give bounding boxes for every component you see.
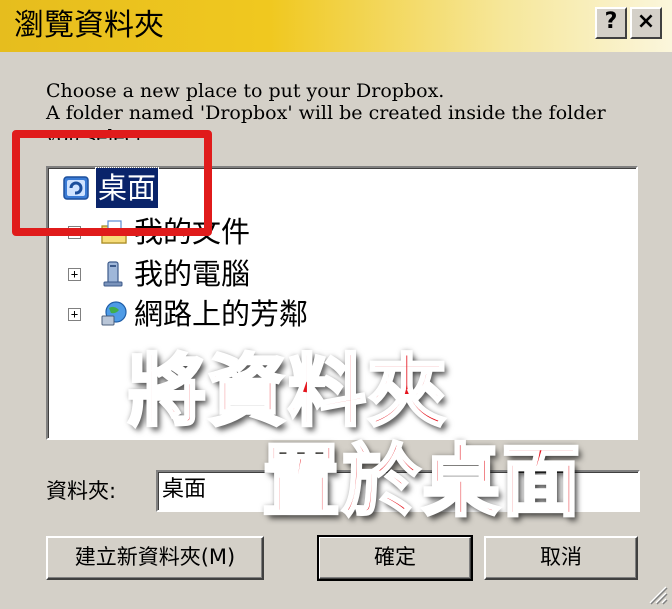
expand-toggle[interactable]: + [68,308,81,321]
new-folder-button[interactable]: 建立新資料夾(M) [46,536,264,580]
instructions-line-1: Choose a new place to put your Dropbox. [46,80,445,102]
browse-folder-dialog: 瀏覽資料夾 ? × Choose a new place to put your… [0,0,672,609]
instructions-text: Choose a new place to put your Dropbox. … [46,80,606,124]
resize-grip-icon[interactable] [646,583,668,605]
instructions-line-2: A folder named 'Dropbox' will be created… [46,102,606,124]
help-button[interactable]: ? [595,7,627,39]
close-button[interactable]: × [630,7,662,39]
highlight-box [12,130,212,236]
tree-item-label: 網路上的芳鄰 [134,297,309,331]
expand-toggle[interactable]: + [68,268,81,281]
ok-button[interactable]: 確定 [317,535,473,581]
title-bar[interactable]: 瀏覽資料夾 ? × [0,0,672,52]
annotation-line-2: 置於桌面 [260,437,583,527]
annotation-line-1: 將資料夾 [126,347,449,437]
network-places-icon [101,301,127,326]
cancel-button[interactable]: 取消 [484,536,638,580]
folder-field-label: 資料夾: [46,479,117,503]
my-computer-icon [103,261,123,287]
tree-item-label: 我的電腦 [134,257,251,291]
window-title: 瀏覽資料夾 [14,8,164,43]
